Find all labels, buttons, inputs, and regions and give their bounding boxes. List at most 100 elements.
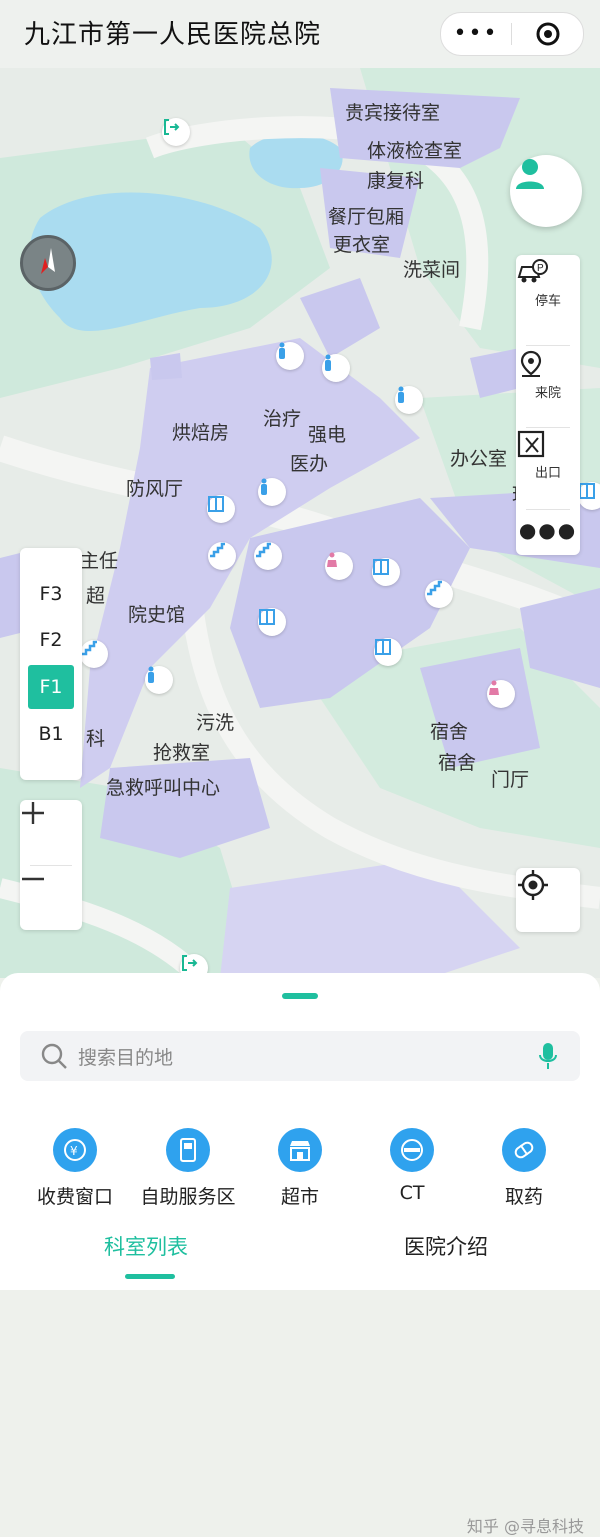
arrive-label: 来院 — [534, 385, 561, 401]
map-label[interactable]: 主任 — [80, 546, 118, 573]
map-label[interactable]: 贵宾接待室 — [345, 98, 440, 125]
location-pin-icon — [520, 350, 542, 377]
tool-divider — [526, 345, 570, 346]
male-restroom-icon[interactable] — [322, 354, 350, 382]
map-label[interactable]: 更衣室 — [333, 230, 390, 257]
map-label[interactable]: 体液检查室 — [367, 136, 462, 163]
category-billing[interactable]: ¥ 收费窗口 — [15, 1128, 135, 1209]
plus-icon — [22, 802, 44, 824]
floor-option[interactable]: F2 — [28, 618, 74, 662]
active-tab-indicator — [125, 1274, 175, 1279]
map-label[interactable]: 污洗 — [196, 708, 234, 735]
female-restroom-icon[interactable] — [325, 552, 353, 580]
page-title: 九江市第一人民医院总院 — [24, 20, 322, 50]
target-circle-icon[interactable] — [512, 21, 583, 47]
exit-marker-icon[interactable] — [162, 118, 190, 146]
zoom-out-button[interactable] — [20, 866, 82, 930]
stairs-icon[interactable] — [254, 542, 282, 570]
floor-option[interactable]: B1 — [28, 712, 74, 756]
map-label[interactable]: 宿舍 — [438, 748, 476, 775]
crosshair-icon — [518, 870, 548, 900]
parking-icon: P — [517, 259, 548, 283]
more-dots-icon[interactable]: ••• — [441, 13, 511, 55]
category-label: 自助服务区 — [140, 1186, 236, 1208]
tab-department-list[interactable]: 科室列表 — [104, 1231, 188, 1261]
kiosk-icon — [166, 1128, 210, 1172]
floor-option[interactable]: F3 — [28, 572, 74, 616]
map-label[interactable]: 抢救室 — [153, 738, 210, 765]
yen-icon: ¥ — [53, 1128, 97, 1172]
category-ct[interactable]: CT — [352, 1128, 472, 1204]
category-pharmacy[interactable]: 取药 — [464, 1128, 584, 1209]
user-avatar-icon[interactable] — [510, 155, 582, 227]
map-label[interactable]: 院史馆 — [128, 600, 185, 627]
sheet-drag-handle[interactable] — [282, 993, 318, 999]
map-label[interactable]: 强电 — [308, 420, 346, 447]
mini-program-capsule: ••• — [440, 12, 584, 56]
exit-label: 出口 — [534, 465, 561, 481]
svg-text:P: P — [537, 263, 544, 274]
map-label[interactable]: 宿舍 — [430, 717, 468, 744]
category-self-service[interactable]: 自助服务区 — [128, 1128, 248, 1209]
stairs-icon[interactable] — [425, 580, 453, 608]
category-shortcuts: ¥ 收费窗口 自助服务区 超市 CT 取药 — [0, 1128, 600, 1208]
male-restroom-icon[interactable] — [258, 478, 286, 506]
category-label: CT — [399, 1182, 425, 1204]
locate-me-button[interactable] — [516, 868, 580, 932]
female-restroom-icon[interactable] — [487, 680, 515, 708]
search-input[interactable]: 搜索目的地 — [20, 1031, 580, 1081]
map-label[interactable]: 烘焙房 — [172, 418, 229, 445]
map-label[interactable]: 超 — [86, 581, 105, 608]
map-label[interactable]: 康复科 — [367, 166, 424, 193]
svg-text:¥: ¥ — [70, 1144, 78, 1158]
more-tools-button[interactable]: ●●● — [516, 505, 580, 555]
minus-icon — [22, 877, 44, 881]
map-label[interactable]: 办公室 — [450, 444, 507, 471]
microphone-icon[interactable] — [538, 1041, 558, 1071]
indoor-map[interactable]: 贵宾接待室 体液检查室 康复科 餐厅包厢 更衣室 洗菜间 烘焙房 治疗 强电 医… — [0, 68, 600, 978]
elevator-icon[interactable] — [258, 608, 286, 636]
map-tool-panel: P 停车 来院 出口 ●●● — [516, 255, 580, 555]
floor-option-active[interactable]: F1 — [28, 665, 74, 709]
watermark: 知乎 @寻息科技 — [466, 1517, 584, 1536]
floor-selector: F3 F2 F1 B1 — [20, 548, 82, 780]
search-icon — [41, 1043, 67, 1069]
bottom-tabs: 科室列表 医院介绍 知乎 @寻息科技 — [0, 1231, 600, 1536]
map-label[interactable]: 门厅 — [491, 765, 529, 792]
arrive-button[interactable]: 来院 — [516, 349, 580, 429]
compass-icon[interactable] — [20, 235, 76, 291]
map-canvas — [0, 68, 600, 978]
zoom-control — [20, 800, 82, 930]
parking-button[interactable]: P 停车 — [516, 257, 580, 337]
store-icon — [278, 1128, 322, 1172]
elevator-icon[interactable] — [374, 638, 402, 666]
pill-icon — [502, 1128, 546, 1172]
more-dots-icon: ●●● — [518, 518, 578, 542]
search-placeholder: 搜索目的地 — [78, 1047, 174, 1069]
stairs-icon[interactable] — [80, 640, 108, 668]
stairs-icon[interactable] — [208, 542, 236, 570]
map-label[interactable]: 餐厅包厢 — [328, 202, 404, 229]
male-restroom-icon[interactable] — [395, 386, 423, 414]
male-restroom-icon[interactable] — [145, 666, 173, 694]
map-label[interactable]: 科 — [86, 724, 105, 751]
parking-label: 停车 — [534, 293, 561, 309]
map-label[interactable]: 医办 — [290, 449, 328, 476]
exit-door-icon — [517, 430, 545, 458]
map-label[interactable]: 治疗 — [263, 404, 301, 431]
category-supermarket[interactable]: 超市 — [240, 1128, 360, 1209]
tool-divider — [526, 427, 570, 428]
exit-button[interactable]: 出口 — [516, 429, 580, 509]
category-label: 取药 — [504, 1186, 543, 1208]
zoom-in-button[interactable] — [20, 800, 82, 864]
map-label[interactable]: 洗菜间 — [403, 255, 460, 282]
tab-hospital-intro[interactable]: 医院介绍 — [404, 1231, 488, 1261]
male-restroom-icon[interactable] — [276, 342, 304, 370]
elevator-icon[interactable] — [207, 495, 235, 523]
header-bar: 九江市第一人民医院总院 ••• — [0, 0, 600, 68]
map-label[interactable]: 急救呼叫中心 — [106, 773, 220, 800]
elevator-icon[interactable] — [578, 482, 600, 510]
elevator-icon[interactable] — [372, 558, 400, 586]
map-label[interactable]: 防风厅 — [126, 474, 183, 501]
ct-scanner-icon — [390, 1128, 434, 1172]
